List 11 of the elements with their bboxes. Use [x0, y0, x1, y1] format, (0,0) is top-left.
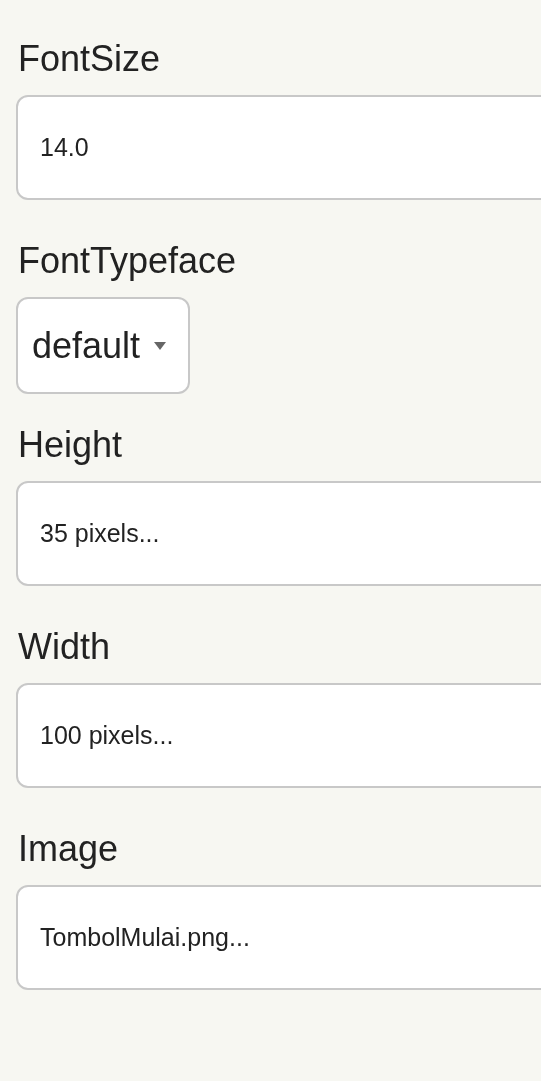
- input-field[interactable]: 14.0: [16, 95, 541, 200]
- property-label: FontSize: [18, 38, 162, 80]
- dropdown[interactable]: default: [16, 297, 191, 394]
- picker-field[interactable]: 100 pixels...: [16, 683, 541, 788]
- property-label: Height: [18, 424, 124, 466]
- property-label: Width: [18, 626, 112, 668]
- property-label: FontTypeface: [18, 240, 238, 282]
- picker-field[interactable]: 35 pixels...: [16, 481, 541, 586]
- property-label: Image: [18, 828, 120, 870]
- caret-icon: [154, 341, 167, 350]
- picker-field[interactable]: TombolMulai.png...: [16, 885, 541, 990]
